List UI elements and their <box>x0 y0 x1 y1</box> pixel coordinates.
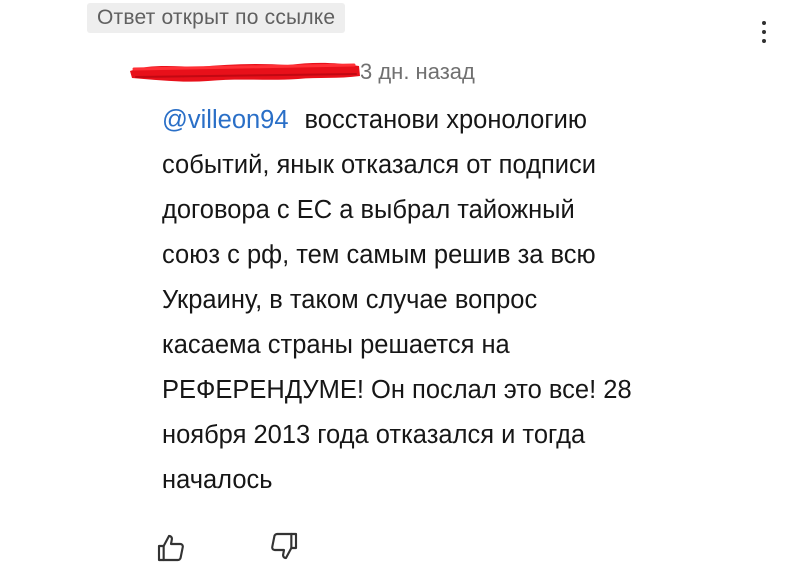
mention-link[interactable]: @villeon94 <box>162 106 289 134</box>
comment-line-text: восстанови хронологию <box>304 106 588 134</box>
comment-line: договора с ЕС а выбрал тайожный <box>162 196 575 224</box>
comment-line: событий, янык отказался от подписи <box>162 151 596 179</box>
dislike-button[interactable] <box>268 530 300 562</box>
comment-line: ноября 2013 года отказался и тогда <box>162 421 586 449</box>
comment-line: @villeon94 восстанови хронологию <box>162 98 752 143</box>
more-vertical-icon-dot <box>762 39 766 43</box>
like-button[interactable] <box>155 532 187 564</box>
more-options-button[interactable] <box>752 12 776 52</box>
thumbs-down-icon <box>271 532 298 560</box>
comment-timestamp[interactable]: 3 дн. назад <box>360 59 475 85</box>
pinned-reply-badge: Ответ открыт по ссылке <box>87 3 346 33</box>
comment-line: началось <box>162 466 273 494</box>
comment-line: РЕФЕРЕНДУМЕ! Он послал это все! 28 <box>162 376 632 404</box>
badge-label: Ответ открыт по ссылке <box>97 6 336 29</box>
comment-line: союз с рф, тем самым решив за всю <box>162 241 596 269</box>
thumbs-up-icon <box>157 534 184 562</box>
comment-line: Украину, в таком случае вопрос <box>162 286 538 314</box>
comment-text: @villeon94 восстанови хронологию событий,… <box>162 98 752 503</box>
comment-line: касаема страны решается на <box>162 331 510 359</box>
more-vertical-icon <box>762 21 766 25</box>
author-name-redacted[interactable] <box>128 60 361 84</box>
more-vertical-icon-dot <box>762 30 766 34</box>
